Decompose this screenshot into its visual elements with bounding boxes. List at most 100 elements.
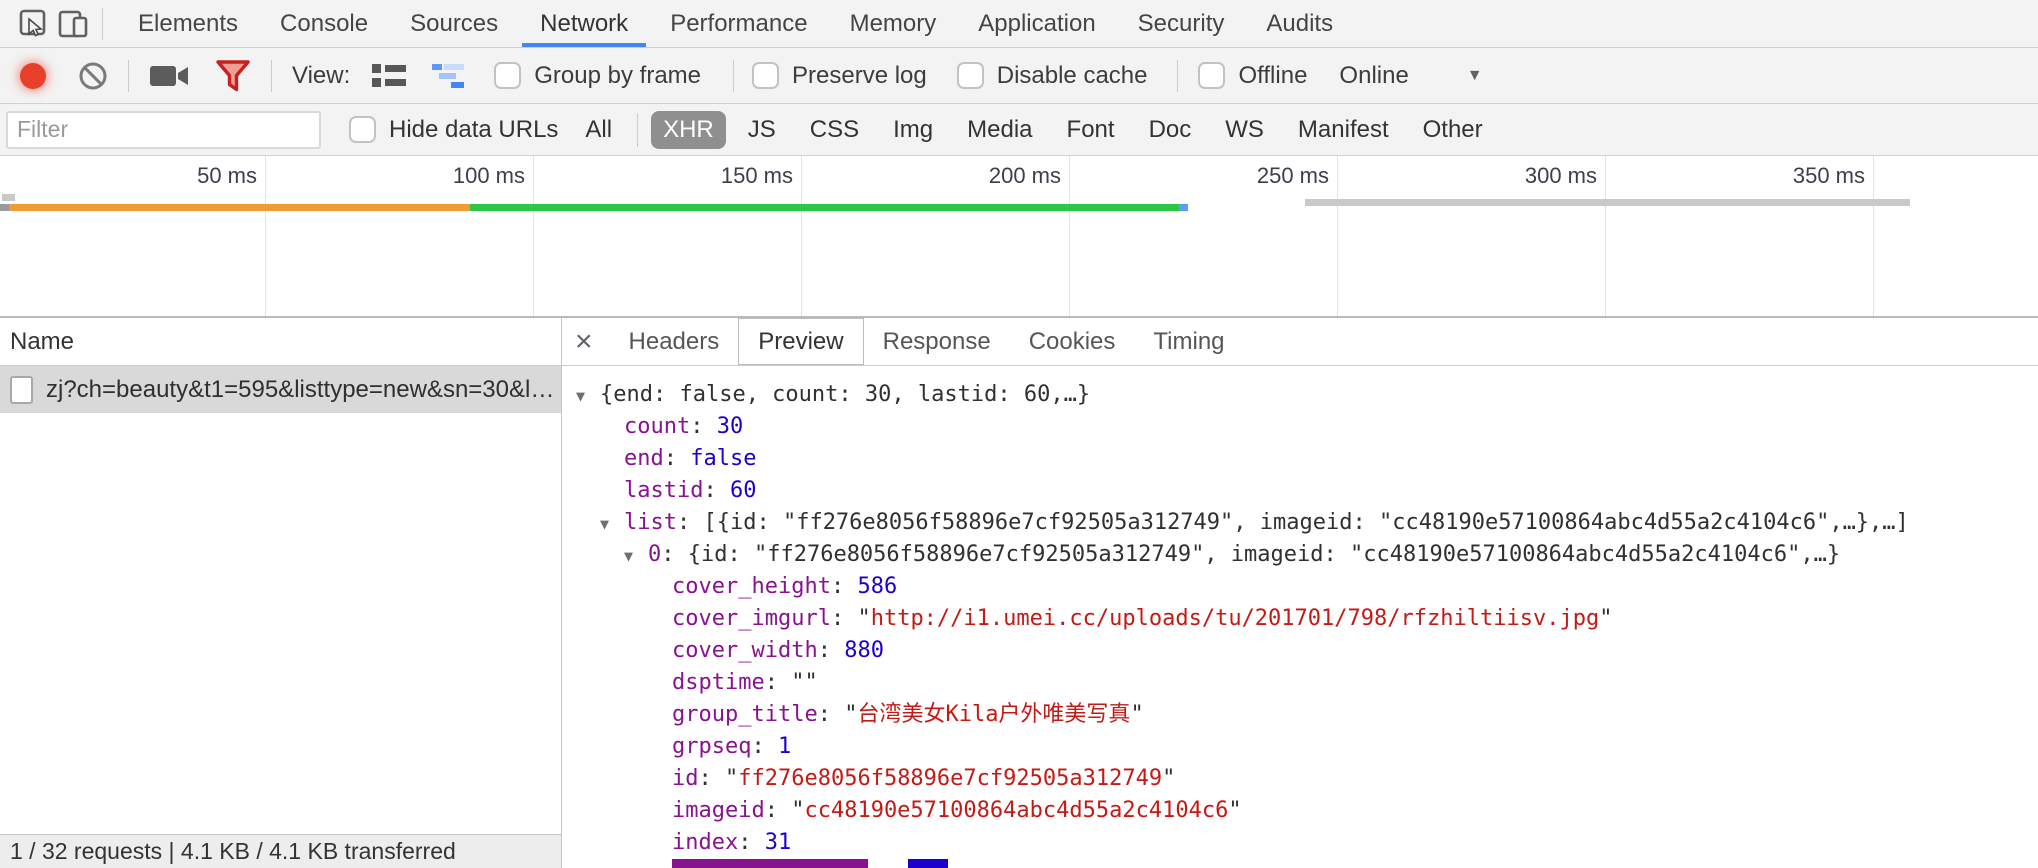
- expand-arrow-icon[interactable]: ▼: [624, 540, 648, 572]
- tree-segment-num: 586: [857, 574, 897, 599]
- inspect-icon[interactable]: [14, 6, 54, 42]
- file-icon: [10, 376, 33, 404]
- request-name: zj?ch=beauty&t1=595&listtype=new&sn=30&l…: [46, 376, 554, 404]
- detail-tab-timing[interactable]: Timing: [1134, 318, 1243, 365]
- tree-segment-num: false: [690, 446, 756, 471]
- filter-type-font[interactable]: Font: [1055, 111, 1127, 149]
- timeline-tick-label: 50 ms: [37, 163, 257, 189]
- tree-segment-key: dsptime: [672, 670, 765, 695]
- tree-segment-plain: :: [818, 702, 845, 727]
- timeline-gridline: [265, 156, 266, 316]
- disable-cache-control: Disable cache: [957, 62, 1148, 90]
- detail-tab-response[interactable]: Response: [864, 318, 1010, 365]
- filter-funnel-icon[interactable]: [215, 60, 251, 92]
- preserve-log-control: Preserve log: [752, 62, 927, 90]
- close-icon[interactable]: ×: [562, 318, 610, 365]
- timeline-overview[interactable]: 50 ms100 ms150 ms200 ms250 ms300 ms350 m…: [0, 156, 2038, 318]
- clipped-partial-line-value: [908, 859, 948, 868]
- preserve-log-label[interactable]: Preserve log: [792, 62, 927, 90]
- unfiltered-chip: [2, 194, 15, 201]
- detail-tab-cookies[interactable]: Cookies: [1010, 318, 1135, 365]
- tree-segment-plain: {end: false, count: 30, lastid: 60,…}: [600, 382, 1090, 407]
- content-download-bar: [470, 204, 1179, 211]
- filter-type-doc[interactable]: Doc: [1137, 111, 1204, 149]
- filter-type-manifest[interactable]: Manifest: [1286, 111, 1401, 149]
- tree-line: count: 30: [562, 411, 2038, 443]
- tree-segment-plain: :: [677, 510, 704, 535]
- tree-segment-plain: :: [661, 542, 688, 567]
- tree-segment-plain: :: [818, 638, 845, 663]
- offline-control: Offline: [1198, 62, 1307, 90]
- filter-type-other[interactable]: Other: [1411, 111, 1495, 149]
- timeline-gridline: [1337, 156, 1338, 316]
- tab-network[interactable]: Network: [519, 0, 649, 47]
- tree-segment-key: group_title: [672, 702, 818, 727]
- filter-type-js[interactable]: JS: [736, 111, 788, 149]
- filter-type-css[interactable]: CSS: [798, 111, 871, 149]
- expand-arrow-icon[interactable]: ▼: [576, 380, 600, 412]
- offline-checkbox[interactable]: [1198, 62, 1225, 89]
- tree-segment-plain: ": [857, 606, 870, 631]
- panel-tabbar: ElementsConsoleSourcesNetworkPerformance…: [0, 0, 2038, 48]
- tree-line: ▼{end: false, count: 30, lastid: 60,…}: [562, 379, 2038, 411]
- tree-segment-key: id: [672, 766, 699, 791]
- filter-type-ws[interactable]: WS: [1213, 111, 1276, 149]
- filter-type-img[interactable]: Img: [881, 111, 945, 149]
- throttling-select[interactable]: Online ▼: [1339, 62, 1482, 90]
- tab-sources[interactable]: Sources: [389, 0, 519, 47]
- tree-segment-plain: ": [844, 702, 857, 727]
- disable-cache-checkbox[interactable]: [957, 62, 984, 89]
- device-toolbar-icon[interactable]: [54, 6, 94, 42]
- tree-segment-plain: [{id: "ff276e8056f58896e7cf92505a312749"…: [703, 510, 1908, 535]
- tab-application[interactable]: Application: [957, 0, 1116, 47]
- tab-console[interactable]: Console: [259, 0, 389, 47]
- tree-segment-num: 60: [730, 478, 757, 503]
- timeline-tick-label: 250 ms: [1109, 163, 1329, 189]
- tree-segment-plain: :: [699, 766, 726, 791]
- tree-segment-key: cover_height: [672, 574, 831, 599]
- hide-data-urls-label[interactable]: Hide data URLs: [389, 116, 558, 144]
- tab-elements[interactable]: Elements: [117, 0, 259, 47]
- preserve-log-checkbox[interactable]: [752, 62, 779, 89]
- request-row[interactable]: zj?ch=beauty&t1=595&listtype=new&sn=30&l…: [0, 366, 561, 413]
- filter-input[interactable]: [6, 111, 321, 149]
- timeline-tick-label: 100 ms: [305, 163, 525, 189]
- tree-line: index: 31: [562, 827, 2038, 859]
- filter-type-xhr[interactable]: XHR: [651, 111, 726, 149]
- tab-audits[interactable]: Audits: [1245, 0, 1354, 47]
- offline-label[interactable]: Offline: [1238, 62, 1307, 90]
- expand-arrow-icon[interactable]: ▼: [600, 508, 624, 540]
- timeline-gridline: [1069, 156, 1070, 316]
- clear-icon[interactable]: [78, 61, 108, 91]
- record-icon[interactable]: [20, 63, 46, 89]
- filter-type-media[interactable]: Media: [955, 111, 1044, 149]
- tab-performance[interactable]: Performance: [649, 0, 828, 47]
- group-by-frame-label[interactable]: Group by frame: [534, 62, 701, 90]
- name-column-header[interactable]: Name: [0, 318, 561, 366]
- tree-line: cover_imgurl: "http://i1.umei.cc/uploads…: [562, 603, 2038, 635]
- group-by-frame-checkbox[interactable]: [494, 62, 521, 89]
- tree-segment-plain: :: [690, 414, 717, 439]
- tree-segment-key: grpseq: [672, 734, 751, 759]
- detail-tab-preview[interactable]: Preview: [738, 318, 863, 365]
- screenshot-camera-icon[interactable]: [149, 63, 189, 89]
- timeline-tick-label: 150 ms: [573, 163, 793, 189]
- tree-segment-key: cover_imgurl: [672, 606, 831, 631]
- hide-data-urls-checkbox[interactable]: [349, 116, 376, 143]
- tree-segment-key: cover_width: [672, 638, 818, 663]
- tree-line: grpseq: 1: [562, 731, 2038, 763]
- detail-tab-headers[interactable]: Headers: [610, 318, 739, 365]
- tab-memory[interactable]: Memory: [829, 0, 958, 47]
- tree-line: cover_width: 880: [562, 635, 2038, 667]
- waterfall-view-icon[interactable]: [432, 62, 468, 90]
- tree-line: id: "ff276e8056f58896e7cf92505a312749": [562, 763, 2038, 795]
- requests-panel: Name zj?ch=beauty&t1=595&listtype=new&sn…: [0, 318, 562, 868]
- resource-type-filters: All XHR JS CSS Img Media Font DocWS Manifest Othe…: [568, 111, 1499, 149]
- queued-segment: [0, 204, 9, 211]
- list-view-icon[interactable]: [372, 62, 406, 90]
- tree-segment-num: 31: [765, 830, 792, 855]
- toolbar-separator-2: [271, 60, 272, 92]
- filter-type-all[interactable]: All: [573, 111, 624, 149]
- tab-security[interactable]: Security: [1117, 0, 1246, 47]
- disable-cache-label[interactable]: Disable cache: [997, 62, 1148, 90]
